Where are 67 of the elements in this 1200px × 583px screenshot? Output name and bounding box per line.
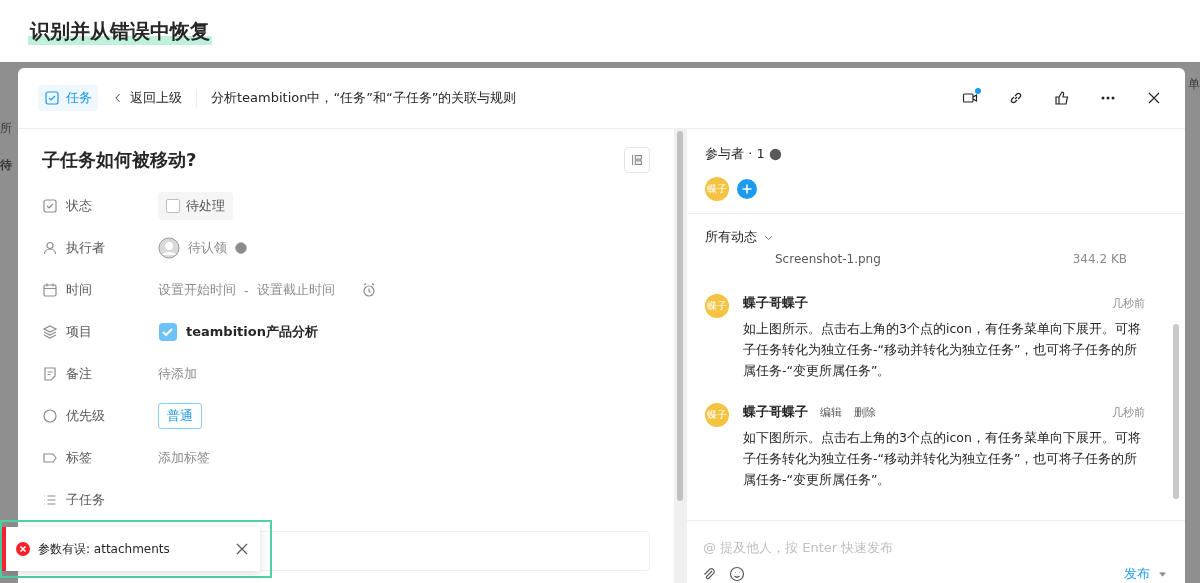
add-member-button[interactable] [737, 179, 757, 199]
end-time[interactable]: 设置截止时间 [256, 281, 335, 299]
error-message: 参数有误: attachments [38, 540, 171, 558]
layout-icon [630, 153, 644, 167]
link-icon [1008, 90, 1024, 106]
task-title[interactable]: 子任务如何被移动? [42, 148, 197, 172]
attachment-name[interactable]: Screenshot-1.png [775, 252, 881, 266]
feed-scrollbar[interactable] [1173, 324, 1179, 499]
calendar-icon [42, 282, 58, 298]
background-text: 单 [1188, 76, 1200, 93]
field-label: 优先级 [66, 407, 105, 425]
note-icon [42, 366, 58, 382]
person-icon [42, 240, 58, 256]
field-label: 执行者 [66, 239, 105, 257]
comment-action[interactable]: 编辑 [820, 404, 842, 420]
error-icon [16, 542, 30, 556]
scrollbar[interactable] [677, 131, 683, 501]
project-icon [158, 322, 178, 342]
status-checkbox[interactable] [166, 199, 180, 213]
comment-author: 蝶子哥蝶子 [743, 403, 808, 421]
assignee-value[interactable]: 待认领 [188, 239, 227, 257]
plus-icon [741, 183, 753, 195]
comment-author: 蝶子哥蝶子 [743, 294, 808, 312]
video-icon [962, 90, 978, 106]
comment-time: 几秒前 [1112, 404, 1145, 420]
add-tag-link[interactable]: 添加标签 [158, 449, 210, 467]
emoji-icon [729, 566, 745, 582]
background-text: 所 [0, 120, 12, 137]
field-label: 备注 [66, 365, 92, 383]
field-label: 状态 [66, 197, 92, 215]
avatar-icon [158, 237, 180, 259]
participants-label: 参与者 · 1 [705, 145, 765, 163]
project-name[interactable]: teambition产品分析 [186, 323, 318, 341]
close-icon [234, 541, 250, 557]
comment-action[interactable]: 删除 [854, 404, 876, 420]
thumbs-up-icon [1054, 90, 1070, 106]
circle-icon [42, 408, 58, 424]
parent-task-title[interactable]: 分析teambition中，“任务”和“子任务”的关联与规则 [211, 89, 935, 107]
checkbox-icon [42, 198, 58, 214]
toast-close-button[interactable] [234, 541, 250, 557]
author-avatar: 蝶子 [705, 403, 729, 427]
comment-text: 如下图所示。点击右上角的3个点的icon，有任务菜单向下展开。可将子任务转化为独立任务-“移动并转化为独立任务”，也可将子任务的所属任务-“变更所属任务”。 [743, 429, 1142, 489]
author-avatar: 蝶子 [705, 294, 729, 318]
note-value[interactable]: 待添加 [158, 365, 197, 383]
alarm-icon [360, 282, 377, 298]
status-value: 待处理 [186, 197, 225, 215]
more-icon [1101, 96, 1115, 100]
comment-time: 几秒前 [1112, 295, 1145, 311]
field-label: 项目 [66, 323, 92, 341]
start-time[interactable]: 设置开始时间 [158, 281, 236, 299]
tag-icon [42, 450, 58, 466]
page-title: 识别并从错误中恢复 [28, 17, 212, 45]
background-text: 待 [0, 157, 12, 174]
layout-button[interactable] [624, 147, 650, 173]
field-label: 子任务 [66, 491, 105, 509]
status-chip[interactable]: 待处理 [158, 192, 233, 220]
field-label: 时间 [66, 281, 92, 299]
task-icon [44, 90, 60, 106]
layers-icon [42, 324, 58, 340]
back-link[interactable]: 返回上级 [112, 89, 197, 107]
caret-icon [1158, 569, 1167, 579]
comment-text: 如上图所示。点击右上角的3个点的icon，有任务菜单向下展开。可将子任务转化为独立任务-“移动并转化为独立任务”，也可将子任务的所属任务-“变更所属任务”。 [743, 320, 1142, 380]
field-label: 标签 [66, 449, 92, 467]
attachment-size: 344.2 KB [1072, 252, 1127, 266]
time-separator: - [244, 282, 249, 298]
close-icon [1146, 90, 1162, 106]
activity-filter[interactable]: 所有动态 [705, 228, 1167, 246]
